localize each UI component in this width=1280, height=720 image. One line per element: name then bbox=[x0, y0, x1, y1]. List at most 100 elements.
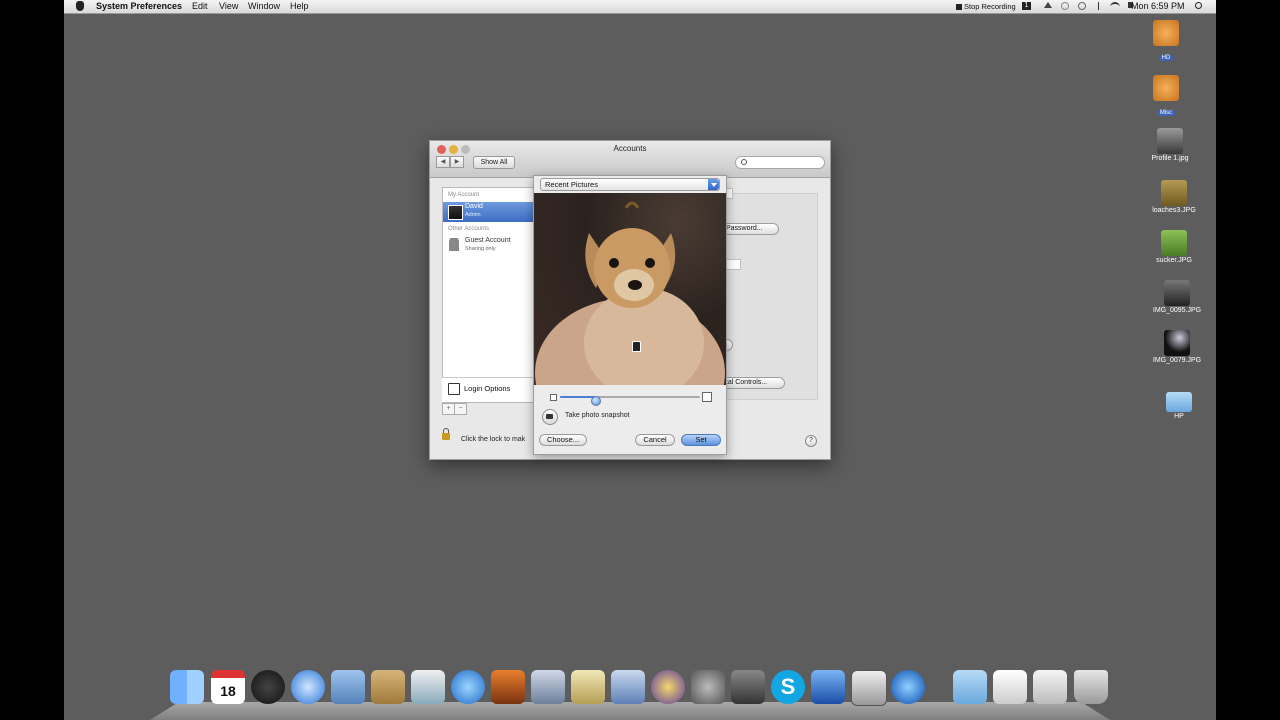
zoom-track[interactable] bbox=[560, 396, 700, 406]
expose-icon[interactable] bbox=[731, 670, 765, 704]
eject-icon[interactable] bbox=[1044, 2, 1052, 8]
downloads-stack-icon[interactable] bbox=[993, 670, 1027, 704]
spaces-icon[interactable]: 1 bbox=[1022, 2, 1031, 10]
my-account-header: My Account bbox=[448, 192, 480, 198]
hand-cursor-icon bbox=[632, 341, 641, 352]
hard-drive-icon bbox=[1153, 20, 1179, 46]
widget-icon[interactable] bbox=[531, 670, 565, 704]
image-file-icon bbox=[1161, 180, 1187, 206]
zoom-slider[interactable] bbox=[550, 392, 712, 406]
bluetooth-icon[interactable] bbox=[1095, 2, 1099, 10]
take-snapshot-row[interactable]: Take photo snapshot bbox=[542, 409, 722, 425]
app-menu[interactable]: System Preferences bbox=[96, 1, 182, 12]
folder-icon bbox=[1166, 392, 1192, 412]
clock-icon[interactable] bbox=[1078, 2, 1086, 10]
skype-icon[interactable]: S bbox=[771, 670, 805, 704]
spaces-dock-icon[interactable] bbox=[811, 670, 845, 704]
set-button[interactable]: Set bbox=[681, 434, 721, 446]
time-machine-icon[interactable] bbox=[1061, 2, 1069, 10]
desktop-icon-sucker[interactable]: sucker.JPG bbox=[1144, 230, 1204, 264]
take-snapshot-label: Take photo snapshot bbox=[565, 412, 630, 419]
desktop-icon-img0095[interactable]: IMG_0095.JPG bbox=[1147, 280, 1207, 314]
dog-photo bbox=[535, 201, 725, 385]
account-name: David bbox=[465, 203, 483, 210]
account-row-guest[interactable]: Guest Account Sharing only bbox=[443, 236, 538, 256]
house-icon bbox=[448, 383, 460, 395]
safari-icon[interactable] bbox=[291, 670, 325, 704]
mail-icon[interactable] bbox=[331, 670, 365, 704]
desktop-icon-loaches[interactable]: loaches3.JPG bbox=[1144, 180, 1204, 214]
other-accounts-header: Other Accounts bbox=[448, 226, 490, 232]
search-input[interactable] bbox=[735, 156, 825, 169]
menu-bar: System Preferences Edit View Window Help… bbox=[64, 0, 1216, 14]
forward-button[interactable]: ▶ bbox=[450, 156, 464, 168]
window-title: Accounts bbox=[613, 144, 647, 153]
desktop-icon-img0079[interactable]: IMG_0079.JPG bbox=[1147, 330, 1207, 364]
help-button[interactable]: ? bbox=[805, 435, 817, 447]
firefox-icon[interactable] bbox=[651, 670, 685, 704]
picture-picker: Recent Pictures Take photo snapshot Choo… bbox=[533, 175, 727, 455]
menu-window[interactable]: Window bbox=[248, 1, 280, 12]
clock-label[interactable]: Mon 6:59 PM bbox=[1131, 1, 1185, 12]
desktop: System Preferences Edit View Window Help… bbox=[64, 0, 1216, 720]
desktop-icon-misc[interactable]: Misc bbox=[1136, 75, 1196, 119]
stack-icon[interactable] bbox=[1033, 670, 1067, 704]
preview-icon[interactable] bbox=[611, 670, 645, 704]
x11-icon[interactable] bbox=[851, 670, 887, 706]
address-book-icon[interactable] bbox=[371, 670, 405, 704]
desktop-icon-hd[interactable]: HD bbox=[1136, 20, 1196, 64]
zoom-track-fill bbox=[560, 396, 595, 398]
desktop-icon-hp[interactable]: HP bbox=[1149, 388, 1209, 420]
wifi-icon[interactable] bbox=[1110, 2, 1120, 10]
account-details-pane: Password... ntal Controls... bbox=[720, 188, 818, 400]
zoom-slider-knob[interactable] bbox=[591, 396, 601, 406]
image-file-icon bbox=[1164, 330, 1190, 356]
picture-crop-area[interactable] bbox=[534, 193, 726, 385]
gimp-icon[interactable] bbox=[571, 670, 605, 704]
documents-folder-icon[interactable] bbox=[953, 670, 987, 704]
network-icon[interactable] bbox=[891, 670, 925, 704]
login-options-label: Login Options bbox=[464, 384, 511, 393]
iphoto-icon[interactable] bbox=[411, 670, 445, 704]
avatar bbox=[448, 205, 463, 220]
small-picture-icon bbox=[550, 394, 557, 401]
lock-text: Click the lock to mak bbox=[461, 436, 526, 443]
search-icon bbox=[741, 159, 747, 165]
choose-button[interactable]: Choose... bbox=[539, 434, 587, 446]
show-all-button[interactable]: Show All bbox=[473, 156, 515, 169]
back-button[interactable]: ◀ bbox=[436, 156, 450, 168]
window-toolbar: Accounts ◀ ▶ Show All bbox=[430, 141, 830, 178]
spotlight-icon[interactable] bbox=[1195, 2, 1202, 9]
picture-source-popup[interactable]: Recent Pictures bbox=[540, 178, 720, 191]
account-name: Guest Account bbox=[465, 237, 511, 244]
camera-icon[interactable] bbox=[542, 409, 558, 425]
change-password-button[interactable]: Password... bbox=[721, 223, 779, 235]
photo-booth-icon[interactable] bbox=[491, 670, 525, 704]
accounts-list: My Account David Admin Other Accounts Gu… bbox=[442, 187, 539, 403]
remove-account-button[interactable]: − bbox=[454, 403, 467, 415]
desktop-icon-profile[interactable]: Profile 1.jpg bbox=[1140, 128, 1200, 162]
stop-recording-menu[interactable]: Stop Recording bbox=[956, 1, 1016, 12]
account-role: Admin bbox=[465, 212, 481, 218]
stop-recording-label: Stop Recording bbox=[964, 2, 1016, 11]
itunes-icon[interactable] bbox=[451, 670, 485, 704]
menu-edit[interactable]: Edit bbox=[192, 1, 208, 12]
lock-icon[interactable] bbox=[442, 433, 450, 440]
system-preferences-icon[interactable] bbox=[691, 670, 725, 704]
apple-menu-icon[interactable] bbox=[76, 1, 84, 11]
login-options[interactable]: Login Options bbox=[442, 377, 537, 402]
menu-help[interactable]: Help bbox=[290, 1, 309, 12]
finder-icon[interactable] bbox=[170, 670, 204, 704]
image-file-icon bbox=[1164, 280, 1190, 306]
dashboard-icon[interactable] bbox=[251, 670, 285, 704]
dock-shelf bbox=[150, 702, 1110, 720]
cancel-button[interactable]: Cancel bbox=[635, 434, 675, 446]
hard-drive-icon bbox=[1153, 75, 1179, 101]
menu-view[interactable]: View bbox=[219, 1, 238, 12]
stop-icon bbox=[956, 4, 962, 10]
parental-controls-button[interactable]: ntal Controls... bbox=[721, 377, 785, 389]
person-icon bbox=[449, 238, 459, 251]
ical-icon[interactable]: 18 bbox=[211, 670, 245, 704]
account-row-david[interactable]: David Admin bbox=[443, 202, 538, 222]
trash-icon[interactable] bbox=[1074, 670, 1108, 704]
